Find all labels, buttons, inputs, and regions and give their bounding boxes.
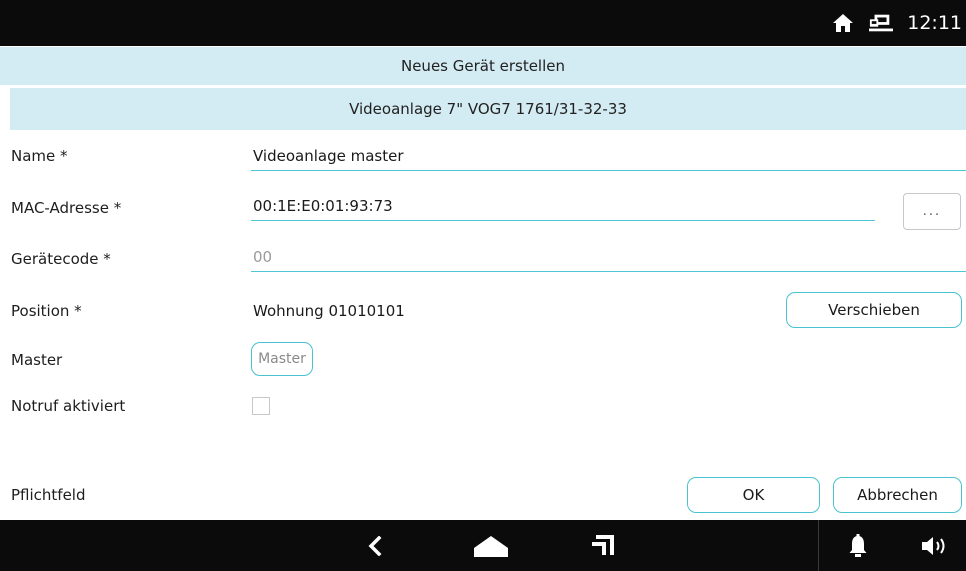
device-code-label: Gerätecode * bbox=[11, 250, 111, 268]
mac-address-field[interactable]: 00:1E:E0:01:93:73 bbox=[251, 193, 875, 221]
device-code-placeholder: 00 bbox=[253, 248, 273, 266]
mac-address-label: MAC-Adresse * bbox=[11, 199, 122, 217]
status-bar: 12:11 bbox=[0, 0, 966, 46]
name-label: Name * bbox=[11, 147, 68, 165]
network-icon bbox=[869, 11, 894, 35]
emergency-call-checkbox[interactable] bbox=[252, 397, 270, 415]
back-icon[interactable] bbox=[355, 520, 395, 571]
position-label: Position * bbox=[11, 302, 82, 320]
name-field-value: Videoanlage master bbox=[253, 147, 404, 165]
master-label: Master bbox=[11, 351, 63, 369]
device-code-field[interactable]: 00 bbox=[251, 244, 966, 272]
position-value: Wohnung 01010101 bbox=[253, 302, 405, 320]
master-button[interactable]: Master bbox=[251, 342, 313, 376]
status-time: 12:11 bbox=[907, 12, 962, 34]
ok-button[interactable]: OK bbox=[687, 477, 820, 513]
mac-browse-button[interactable]: ... bbox=[903, 193, 961, 230]
move-button[interactable]: Verschieben bbox=[786, 292, 962, 328]
mac-address-value: 00:1E:E0:01:93:73 bbox=[253, 197, 393, 215]
nav-divider bbox=[818, 520, 819, 571]
navigation-bar bbox=[0, 520, 966, 571]
name-field[interactable]: Videoanlage master bbox=[251, 143, 966, 171]
device-type-title: Videoanlage 7" VOG7 1761/31-32-33 bbox=[10, 88, 966, 130]
recent-apps-icon[interactable] bbox=[583, 520, 623, 571]
status-bar-right: 12:11 bbox=[831, 0, 962, 46]
page-title: Neues Gerät erstellen bbox=[0, 47, 966, 85]
speaker-icon[interactable] bbox=[915, 520, 955, 571]
home-icon[interactable] bbox=[466, 520, 516, 571]
required-field-note: Pflichtfeld bbox=[11, 486, 86, 504]
home-icon bbox=[831, 11, 855, 35]
emergency-call-label: Notruf aktiviert bbox=[11, 397, 126, 415]
cancel-button[interactable]: Abbrechen bbox=[833, 477, 962, 513]
bell-icon[interactable] bbox=[838, 520, 878, 571]
